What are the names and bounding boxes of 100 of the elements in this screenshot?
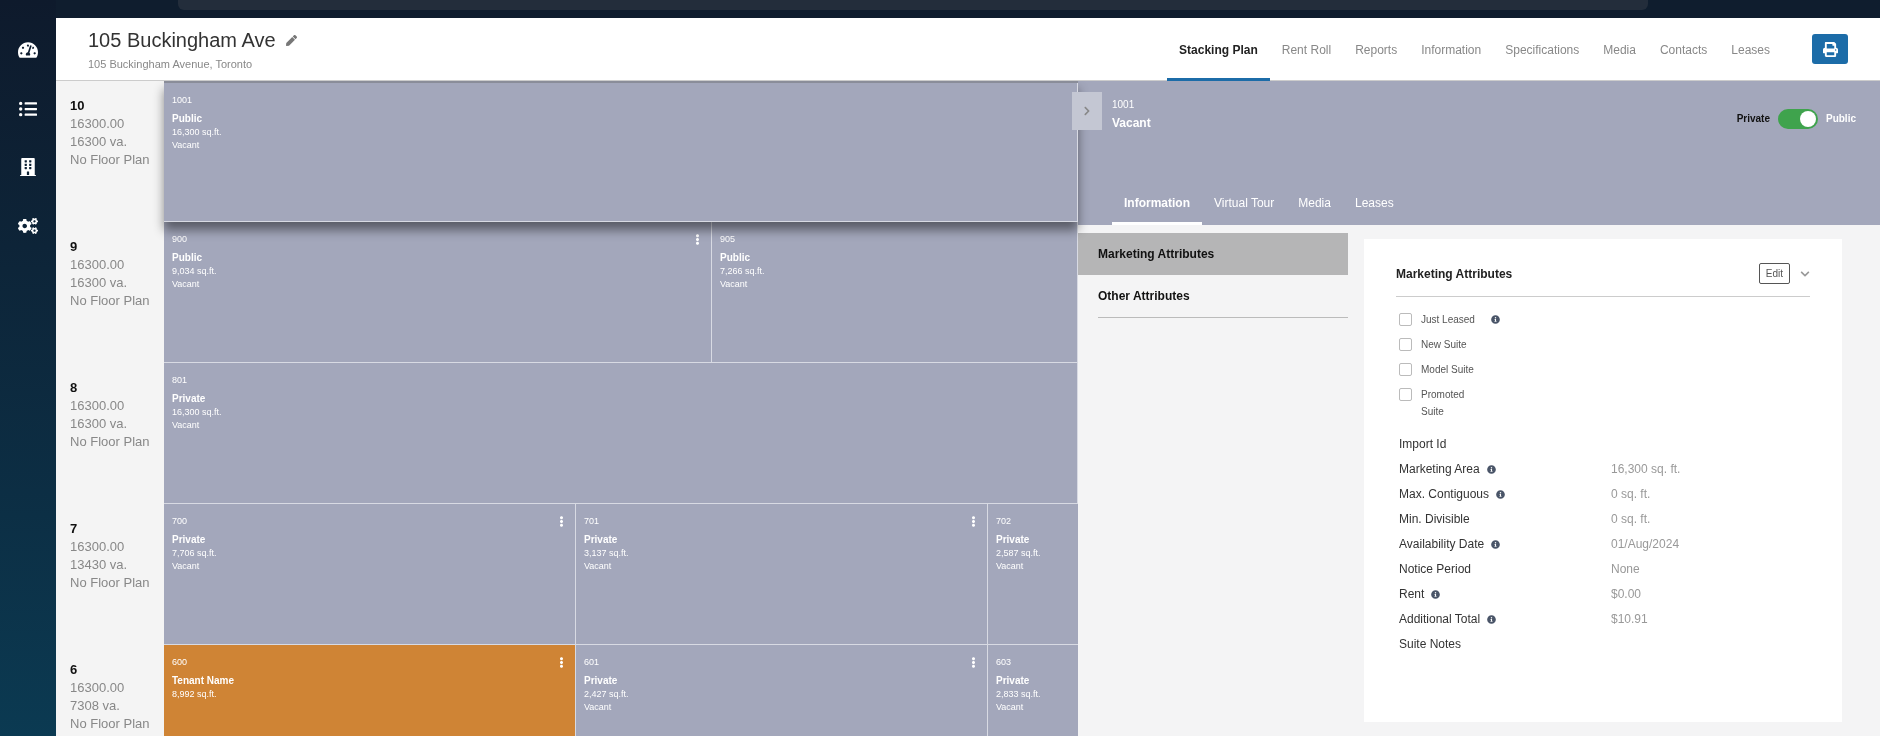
floor-plan-status: No Floor Plan (70, 434, 150, 449)
checkbox[interactable] (1399, 363, 1412, 376)
suite-label: Private (584, 675, 618, 686)
checkbox[interactable] (1399, 313, 1412, 326)
list-icon[interactable] (19, 100, 37, 118)
suite-area: 2,427 sq.ft. (584, 689, 629, 699)
field-value: 01/Aug/2024 (1611, 537, 1681, 551)
suite-area: 16,300 sq.ft. (172, 127, 222, 137)
print-button[interactable] (1812, 34, 1848, 64)
privacy-switch[interactable] (1778, 108, 1818, 129)
print-icon (1822, 41, 1838, 57)
floor-plan-status: No Floor Plan (70, 575, 150, 590)
suite-number: 701 (584, 516, 600, 526)
suite-block[interactable]: 801 Private 16,300 sq.ft. Vacant (164, 363, 1078, 504)
nav-tab[interactable]: Contacts (1647, 18, 1720, 81)
suite-area: 9,034 sq.ft. (172, 266, 217, 276)
panel-tab[interactable]: Leases (1342, 186, 1406, 225)
suite-label: Private (584, 534, 618, 545)
section-item[interactable]: Other Attributes (1098, 275, 1348, 318)
suite-label: Public (172, 252, 202, 263)
nav-tab[interactable]: Media (1591, 18, 1648, 81)
suite-status: Vacant (172, 420, 200, 430)
floor-vacancy: 16300 va. (70, 416, 128, 431)
suite-block[interactable]: 603 Private 2,833 sq.ft. Vacant (988, 645, 1078, 736)
info-icon[interactable] (1487, 614, 1497, 624)
suite-block[interactable]: 600 Tenant Name 8,992 sq.ft. (164, 645, 576, 736)
suite-number: 702 (996, 516, 1012, 526)
field-value: 0 sq. ft. (1611, 512, 1652, 526)
suite-area: 7,266 sq.ft. (720, 266, 765, 276)
suite-label: Private (172, 534, 206, 545)
section-item[interactable]: Marketing Attributes (1078, 233, 1348, 275)
floor-number: 6 (70, 662, 78, 677)
nav-tab[interactable]: Specifications (1493, 18, 1592, 81)
info-icon[interactable] (1486, 464, 1496, 474)
suite-number: 801 (172, 375, 188, 385)
suite-label: Private (996, 675, 1030, 686)
suite-number: 601 (584, 657, 600, 667)
suite-block[interactable]: 900 Public 9,034 sq.ft. Vacant (164, 222, 712, 363)
chevron-down-icon[interactable] (1800, 268, 1810, 279)
suite-area: 2,587 sq.ft. (996, 548, 1041, 558)
field-label: Rent (1399, 587, 1425, 601)
field-value: None (1611, 562, 1641, 576)
suite-number: 1001 (1112, 99, 1136, 110)
info-icon[interactable] (1491, 539, 1501, 549)
checkbox-label: Just Leased (1421, 313, 1475, 327)
suite-number: 603 (996, 657, 1012, 667)
nav-tab[interactable]: Reports (1343, 18, 1410, 81)
floor-area: 16300.00 (70, 398, 125, 413)
floor-area: 16300.00 (70, 257, 125, 272)
suite-status: Vacant (584, 702, 612, 712)
dashboard-icon[interactable] (18, 40, 38, 60)
suite-block[interactable]: 702 Private 2,587 sq.ft. Vacant (988, 504, 1078, 645)
suite-area: 2,833 sq.ft. (996, 689, 1041, 699)
panel-tab[interactable]: Media (1286, 186, 1343, 225)
suite-block[interactable]: 1001 Public 16,300 sq.ft. Vacant (164, 83, 1078, 222)
suite-number: 600 (172, 657, 188, 667)
floor-number: 8 (70, 380, 78, 395)
floor-area: 16300.00 (70, 680, 125, 695)
info-icon[interactable] (1431, 589, 1441, 599)
floor-vacancy: 7308 va. (70, 698, 120, 713)
checkbox[interactable] (1399, 388, 1412, 401)
toggle-label: Private (1736, 113, 1770, 124)
checkbox-label: Promoted Suite (1421, 388, 1466, 419)
settings-icon[interactable] (18, 216, 38, 236)
field-label: Marketing Area (1399, 462, 1480, 476)
field-label: Notice Period (1399, 562, 1472, 576)
checkbox-label: New Suite (1421, 338, 1467, 352)
floor-vacancy: 16300 va. (70, 134, 128, 149)
building-icon[interactable] (19, 158, 37, 176)
info-icon[interactable] (1490, 315, 1500, 324)
field-value: 0 sq. ft. (1611, 487, 1652, 501)
floor-plan-status: No Floor Plan (70, 716, 150, 731)
info-icon[interactable] (1496, 489, 1506, 499)
suite-block[interactable]: 701 Private 3,137 sq.ft. Vacant (576, 504, 988, 645)
edit-button[interactable]: Edit (1758, 263, 1790, 284)
suite-block[interactable]: 700 Private 7,706 sq.ft. Vacant (164, 504, 576, 645)
suite-block[interactable]: 601 Private 2,427 sq.ft. Vacant (576, 645, 988, 736)
floor-plan-status: No Floor Plan (70, 293, 150, 308)
panel-tab[interactable]: Virtual Tour (1202, 186, 1287, 225)
suite-block[interactable]: 905 Public 7,266 sq.ft. Vacant (712, 222, 1078, 363)
suite-number: 900 (172, 234, 188, 244)
checkbox[interactable] (1399, 338, 1412, 351)
nav-tab[interactable]: Rent Roll (1269, 18, 1344, 81)
floor-number: 10 (70, 98, 85, 113)
panel-tab[interactable]: Information (1112, 186, 1202, 225)
edit-icon[interactable] (285, 34, 297, 46)
building-title: 105 Buckingham Ave (88, 28, 276, 52)
suite-label: Private (172, 393, 206, 404)
suite-status: Vacant (584, 561, 612, 571)
field-label: Additional Total (1399, 612, 1481, 626)
suite-label: Public (172, 113, 202, 124)
nav-tab[interactable]: Leases (1719, 18, 1782, 81)
suite-area: 7,706 sq.ft. (172, 548, 217, 558)
suite-label: Public (720, 252, 750, 263)
suite-status: Vacant (172, 561, 200, 571)
field-label: Import Id (1399, 437, 1447, 451)
field-label: Availability Date (1399, 537, 1485, 551)
checkbox-label: Model Suite (1421, 363, 1474, 377)
suite-number: 700 (172, 516, 188, 526)
nav-tab[interactable]: Information (1409, 18, 1494, 81)
